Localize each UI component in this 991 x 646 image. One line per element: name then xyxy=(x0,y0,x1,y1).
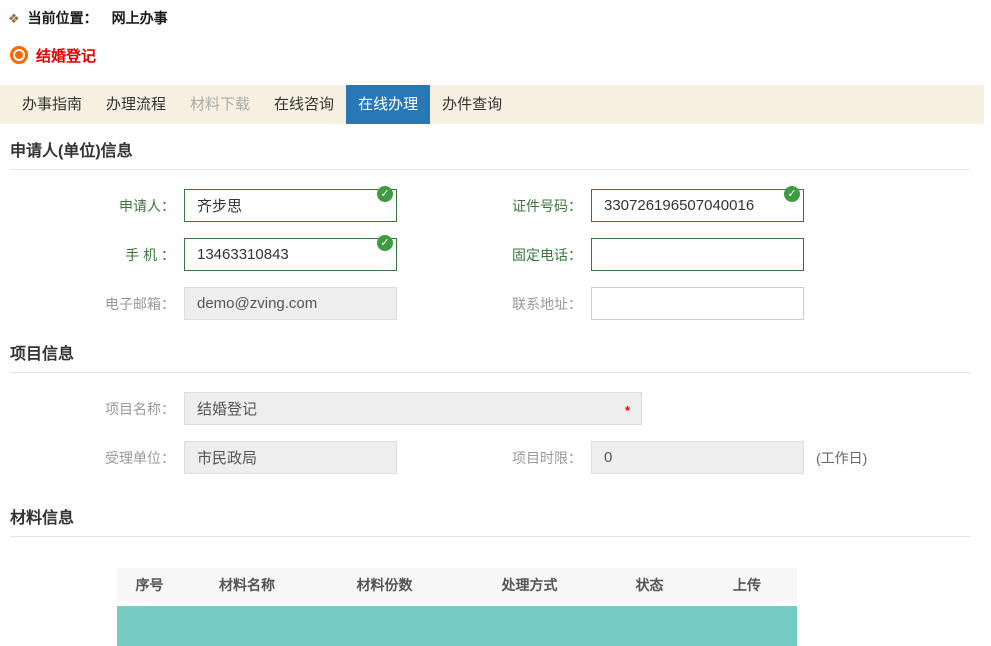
tab-online-consult[interactable]: 在线咨询 xyxy=(262,85,346,124)
field-landline: 固定电话： xyxy=(397,238,804,271)
page-title-row: 结婚登记 xyxy=(10,46,991,64)
accept-unit-label: 受理单位： xyxy=(10,448,175,468)
materials-table-header: 序号 材料名称 材料份数 处理方式 状态 上传 xyxy=(117,568,797,601)
project-limit-label: 项目时限： xyxy=(407,448,582,468)
email-input xyxy=(184,287,397,320)
working-days-suffix: (工作日) xyxy=(816,448,867,468)
email-label: 电子邮箱： xyxy=(10,294,175,314)
accept-unit-input xyxy=(184,441,397,474)
applicant-form: 申请人： ✓ 证件号码： ✓ 手 机 ： ✓ xyxy=(10,189,970,320)
page-title: 结婚登记 xyxy=(36,45,96,66)
valid-check-icon: ✓ xyxy=(377,186,393,202)
field-mobile: 手 机 ： ✓ xyxy=(10,238,397,271)
mobile-input[interactable] xyxy=(184,238,397,271)
col-header-process-method: 处理方式 xyxy=(457,575,602,595)
breadcrumb: ❖ 当前位置： 网上办事 xyxy=(8,9,991,27)
landline-label: 固定电话： xyxy=(407,245,582,265)
col-header-status: 状态 xyxy=(602,575,697,595)
mobile-label: 手 机 ： xyxy=(10,245,175,265)
address-label: 联系地址： xyxy=(407,294,582,314)
valid-check-icon: ✓ xyxy=(784,186,800,202)
section-divider xyxy=(10,372,970,373)
tab-guide[interactable]: 办事指南 xyxy=(10,85,94,124)
col-header-copies: 材料份数 xyxy=(312,575,457,595)
col-header-seq: 序号 xyxy=(117,575,182,595)
tab-case-query[interactable]: 办件查询 xyxy=(430,85,514,124)
tab-material-download[interactable]: 材料下载 xyxy=(178,85,262,124)
applicant-section-title: 申请人(单位)信息 xyxy=(10,137,970,161)
address-input[interactable] xyxy=(591,287,804,320)
tab-process[interactable]: 办理流程 xyxy=(94,85,178,124)
section-divider xyxy=(10,169,970,170)
applicant-name-input[interactable] xyxy=(184,189,397,222)
breadcrumb-label: 当前位置： xyxy=(28,8,98,28)
table-row xyxy=(117,606,797,646)
materials-section-title: 材料信息 xyxy=(10,504,970,528)
applicant-name-label: 申请人： xyxy=(10,196,175,216)
section-divider xyxy=(10,536,970,537)
materials-table: 序号 材料名称 材料份数 处理方式 状态 上传 xyxy=(117,568,797,646)
project-name-label: 项目名称： xyxy=(10,399,175,419)
field-email: 电子邮箱： xyxy=(10,287,397,320)
breadcrumb-icon: ❖ xyxy=(8,12,20,25)
project-name-input xyxy=(184,392,642,425)
field-project-name: 项目名称： * xyxy=(10,392,642,425)
field-accept-unit: 受理单位： xyxy=(10,441,397,474)
landline-input[interactable] xyxy=(591,238,804,271)
col-header-material-name: 材料名称 xyxy=(182,575,312,595)
id-number-input[interactable] xyxy=(591,189,804,222)
breadcrumb-location-link[interactable]: 网上办事 xyxy=(112,8,168,28)
project-form: 项目名称： * 受理单位： 项目时限： (工作日) xyxy=(10,392,970,474)
project-limit-input xyxy=(591,441,804,474)
field-id-number: 证件号码： ✓ xyxy=(397,189,804,222)
field-project-limit: 项目时限： (工作日) xyxy=(397,441,867,474)
tab-bar: 办事指南 办理流程 材料下载 在线咨询 在线办理 办件查询 xyxy=(0,85,984,124)
col-header-upload: 上传 xyxy=(697,575,797,595)
bullseye-icon xyxy=(15,51,23,59)
id-number-label: 证件号码： xyxy=(407,196,582,216)
valid-check-icon: ✓ xyxy=(377,235,393,251)
tab-online-handle[interactable]: 在线办理 xyxy=(346,85,430,124)
project-section-title: 项目信息 xyxy=(10,340,970,364)
field-address: 联系地址： xyxy=(397,287,804,320)
required-asterisk: * xyxy=(625,403,630,418)
field-applicant-name: 申请人： ✓ xyxy=(10,189,397,222)
